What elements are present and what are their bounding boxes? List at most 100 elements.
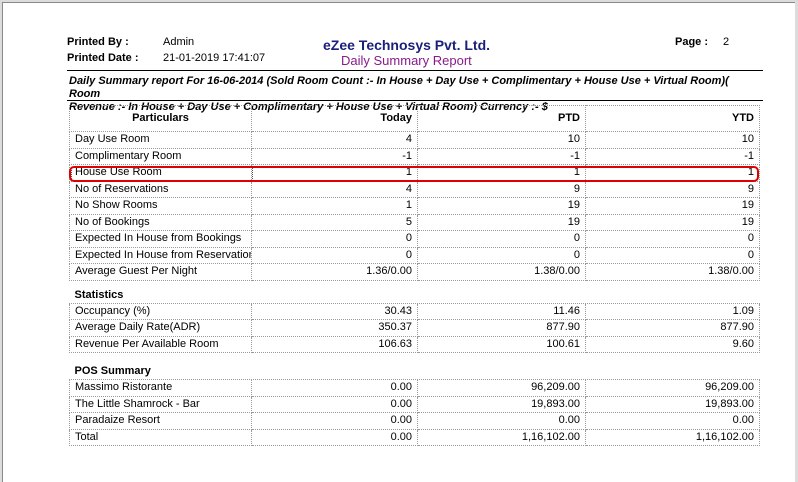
printed-date-label: Printed Date : [67, 52, 139, 64]
cell-today: 1.36/0.00 [251, 263, 418, 281]
summary-table: Particulars Today PTD YTD Day Use Room 4 1… [69, 105, 760, 446]
cell-ptd: 11.46 [417, 302, 586, 320]
col-today: Today [251, 105, 418, 132]
cell-ptd: 0 [417, 230, 586, 248]
cell-today: 0.00 [251, 428, 418, 446]
row-label: Total [69, 428, 252, 446]
description-line-1: Daily Summary report For 16-06-2014 (Sol… [69, 75, 729, 100]
cell-ytd: 1 [585, 164, 760, 182]
table-header-row: Particulars Today PTD YTD [69, 105, 760, 132]
row-label: No of Bookings [69, 213, 252, 231]
company-name: eZee Technosys Pvt. Ltd. [323, 37, 491, 53]
row-label: Expected In House from Reservation [69, 246, 252, 264]
row-label: Expected In House from Bookings [69, 230, 252, 248]
row-label: No Show Rooms [69, 197, 252, 215]
row-label: Paradaize Resort [69, 412, 252, 430]
cell-today: 106.63 [251, 335, 418, 353]
cell-today: 0.00 [251, 412, 418, 430]
cell-ptd: -1 [417, 147, 586, 165]
printed-date-value: 21-01-2019 17:41:07 [163, 52, 266, 64]
page-label: Page : [675, 36, 709, 48]
row-label: Revenue Per Available Room [69, 335, 252, 353]
cell-ptd: 100.61 [417, 335, 586, 353]
row-label[interactable]: House Use Room [69, 164, 252, 182]
col-particulars: Particulars [69, 105, 252, 132]
table-row: Complimentary Room -1 -1 -1 [69, 147, 760, 165]
row-label: Massimo Ristorante [69, 379, 252, 397]
cell-ptd: 0.00 [417, 412, 586, 430]
cell-today: 1 [251, 164, 418, 182]
col-ptd: PTD [417, 105, 586, 132]
row-label: Average Guest Per Night [69, 263, 252, 281]
cell-ytd: 0 [585, 230, 760, 248]
row-label: Day Use Room [69, 131, 252, 149]
report-page: Printed By : Admin Printed Date : 21-01-… [2, 2, 795, 482]
table-row: Expected In House from Bookings 0 0 0 [69, 230, 760, 248]
cell-ptd: 96,209.00 [417, 379, 586, 397]
cell-today: 0.00 [251, 395, 418, 413]
cell-today: -1 [251, 147, 418, 165]
cell-ytd: 9.60 [585, 335, 760, 353]
cell-ptd: 877.90 [417, 319, 586, 337]
cell-ytd: 1.09 [585, 302, 760, 320]
cell-today: 4 [251, 131, 418, 149]
cell-ptd: 9 [417, 180, 586, 198]
table-row: Massimo Ristorante 0.00 96,209.00 96,209.00 [69, 379, 760, 397]
cell-ytd: 877.90 [585, 319, 760, 337]
cell-ptd: 19 [417, 213, 586, 231]
table-row: Day Use Room 4 10 10 [69, 131, 760, 149]
table-row: The Little Shamrock - Bar 0.00 19,893.00 19… [69, 395, 760, 413]
table-row: No of Reservations 4 9 9 [69, 180, 760, 198]
header-rule [67, 70, 763, 71]
cell-today: 1 [251, 197, 418, 215]
row-label: No of Reservations [69, 180, 252, 198]
cell-ytd: 19,893.00 [585, 395, 760, 413]
cell-ytd: 1,16,102.00 [585, 428, 760, 446]
table-row: Average Daily Rate(ADR) 350.37 877.90 877.9… [69, 319, 760, 337]
section-title: POS Summary [69, 352, 760, 380]
report-title: Daily Summary Report [341, 53, 472, 68]
cell-ytd: 19 [585, 213, 760, 231]
row-label: The Little Shamrock - Bar [69, 395, 252, 413]
cell-ptd: 10 [417, 131, 586, 149]
section-title: Statistics [69, 279, 760, 304]
row-label: Average Daily Rate(ADR) [69, 319, 252, 337]
cell-today: 30.43 [251, 302, 418, 320]
col-ytd: YTD [585, 105, 760, 132]
table-row-total: Total 0.00 1,16,102.00 1,16,102.00 [69, 428, 760, 446]
cell-ytd: 19 [585, 197, 760, 215]
cell-today: 350.37 [251, 319, 418, 337]
row-label: Occupancy (%) [69, 302, 252, 320]
cell-ptd: 0 [417, 246, 586, 264]
cell-ptd: 1,16,102.00 [417, 428, 586, 446]
table-row: No Show Rooms 1 19 19 [69, 197, 760, 215]
cell-ytd: 96,209.00 [585, 379, 760, 397]
printed-by-label: Printed By : [67, 36, 129, 48]
page-number: 2 [723, 36, 730, 48]
cell-today: 5 [251, 213, 418, 231]
cell-ytd: 10 [585, 131, 760, 149]
cell-today: 0.00 [251, 379, 418, 397]
cell-ptd: 1 [417, 164, 586, 182]
cell-ytd: 0 [585, 246, 760, 264]
cell-ptd: 1.38/0.00 [417, 263, 586, 281]
table-row: Expected In House from Reservation 0 0 0 [69, 246, 760, 264]
cell-ytd: 1.38/0.00 [585, 263, 760, 281]
table-row: Revenue Per Available Room 106.63 100.61 9.… [69, 335, 760, 353]
cell-ptd: 19 [417, 197, 586, 215]
row-label: Complimentary Room [69, 147, 252, 165]
section-header-pos: POS Summary [69, 352, 760, 380]
cell-ytd: 0.00 [585, 412, 760, 430]
table-row: Average Guest Per Night 1.36/0.00 1.38/0.0… [69, 263, 760, 281]
section-header-statistics: Statistics [69, 279, 760, 304]
cell-ptd: 19,893.00 [417, 395, 586, 413]
cell-ytd: -1 [585, 147, 760, 165]
description-rule [67, 100, 763, 101]
table-row-selected[interactable]: House Use Room 1 1 1 [69, 164, 760, 182]
cell-today: 4 [251, 180, 418, 198]
cell-today: 0 [251, 230, 418, 248]
cell-today: 0 [251, 246, 418, 264]
table-row: No of Bookings 5 19 19 [69, 213, 760, 231]
table-row: Occupancy (%) 30.43 11.46 1.09 [69, 302, 760, 320]
cell-ytd: 9 [585, 180, 760, 198]
